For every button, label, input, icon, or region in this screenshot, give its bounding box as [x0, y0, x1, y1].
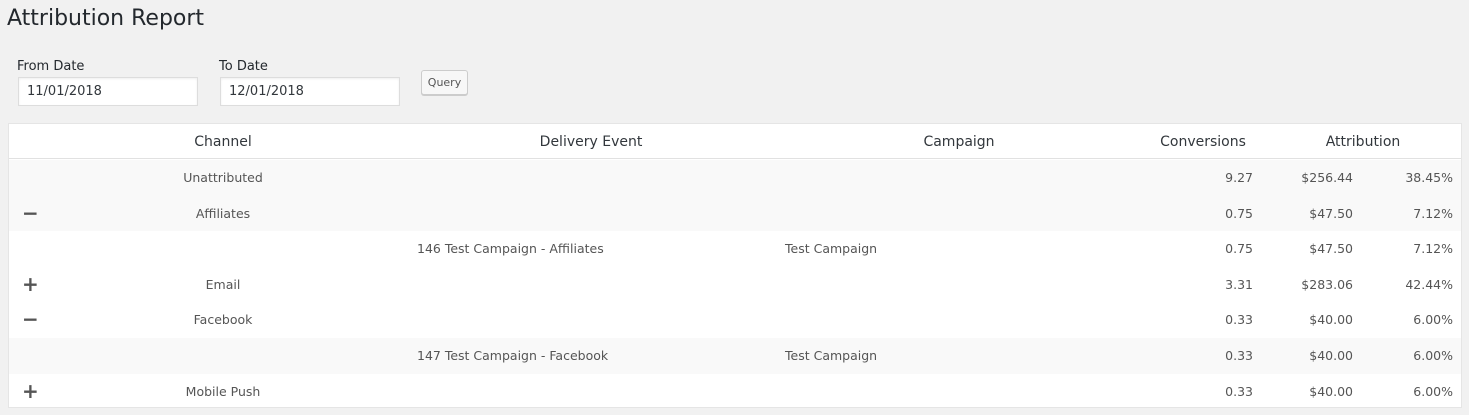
query-button[interactable]: Query — [421, 70, 468, 95]
header-attribution: Attribution — [1325, 134, 1401, 150]
channel-cell: Facebook — [193, 312, 253, 328]
to-date-label: To Date — [219, 59, 268, 74]
attribution-table: Channel Delivery Event Campaign Conversi… — [8, 123, 1462, 408]
table-row: 146 Test Campaign - Affiliates Test Campa… — [9, 231, 1461, 267]
conversions-cell: 0.75 — [1225, 241, 1253, 257]
table-row: − Facebook 0.33 $40.00 6.00% — [9, 302, 1461, 338]
conversions-cell: 3.31 — [1225, 276, 1253, 292]
collapse-icon[interactable]: − — [22, 203, 39, 223]
attribution-percent-cell: 7.12% — [1413, 205, 1453, 221]
channel-cell: Email — [205, 276, 241, 292]
attribution-amount-cell: $47.50 — [1309, 205, 1353, 221]
table-row: 147 Test Campaign - Facebook Test Campaig… — [9, 338, 1461, 374]
channel-cell: Affiliates — [195, 205, 251, 221]
campaign-cell: Test Campaign — [785, 241, 878, 257]
conversions-cell: 0.33 — [1225, 312, 1253, 328]
table-row: + Mobile Push 0.33 $40.00 6.00% — [9, 373, 1461, 407]
expand-icon[interactable]: + — [22, 381, 39, 401]
delivery-event-cell: 146 Test Campaign - Affiliates — [417, 241, 604, 257]
channel-cell: Mobile Push — [185, 383, 261, 399]
page-title: Attribution Report — [7, 6, 205, 31]
attribution-amount-cell: $40.00 — [1309, 312, 1353, 328]
header-campaign: Campaign — [923, 134, 995, 150]
table-row: Unattributed 9.27 $256.44 38.45% — [9, 160, 1461, 196]
attribution-percent-cell: 6.00% — [1413, 312, 1453, 328]
attribution-percent-cell: 38.45% — [1405, 170, 1453, 185]
table-row: − Affiliates 0.75 $47.50 7.12% — [9, 195, 1461, 232]
to-date-input[interactable] — [220, 77, 400, 106]
header-channel: Channel — [194, 134, 252, 150]
attribution-percent-cell: 42.44% — [1405, 276, 1453, 292]
table-header: Channel Delivery Event Campaign Conversi… — [9, 124, 1461, 159]
conversions-cell: 9.27 — [1225, 170, 1253, 185]
collapse-icon[interactable]: − — [22, 309, 39, 329]
attribution-percent-cell: 7.12% — [1413, 241, 1453, 257]
conversions-cell: 0.33 — [1225, 383, 1253, 399]
header-delivery-event: Delivery Event — [539, 134, 643, 150]
attribution-amount-cell: $40.00 — [1309, 383, 1353, 399]
attribution-amount-cell: $47.50 — [1309, 241, 1353, 257]
attribution-amount-cell: $40.00 — [1309, 348, 1353, 363]
attribution-amount-cell: $283.06 — [1301, 276, 1353, 292]
attribution-percent-cell: 6.00% — [1413, 383, 1453, 399]
conversions-cell: 0.33 — [1225, 348, 1253, 363]
channel-cell: Unattributed — [183, 170, 263, 185]
from-date-input[interactable] — [18, 77, 198, 106]
conversions-cell: 0.75 — [1225, 205, 1253, 221]
attribution-percent-cell: 6.00% — [1413, 348, 1453, 363]
attribution-amount-cell: $256.44 — [1301, 170, 1353, 185]
header-conversions: Conversions — [1160, 134, 1246, 150]
delivery-event-cell: 147 Test Campaign - Facebook — [417, 348, 609, 363]
campaign-cell: Test Campaign — [785, 348, 878, 363]
from-date-label: From Date — [17, 59, 85, 74]
expand-icon[interactable]: + — [22, 274, 39, 294]
table-row: + Email 3.31 $283.06 42.44% — [9, 266, 1461, 303]
